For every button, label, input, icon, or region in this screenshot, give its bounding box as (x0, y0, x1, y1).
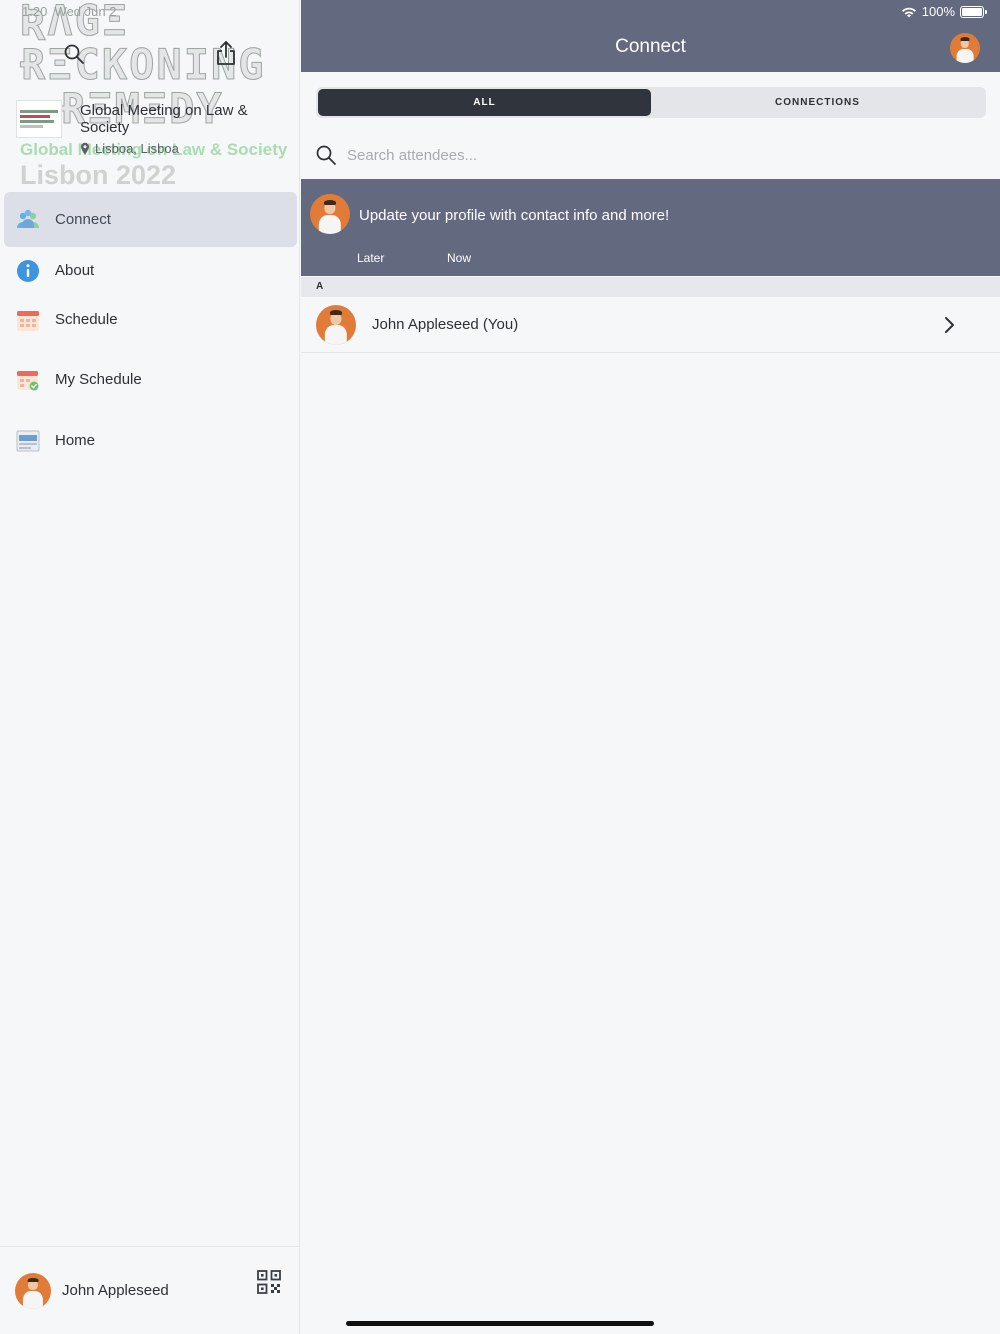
page-title: Connect (615, 36, 686, 57)
attendee-search-bar (301, 132, 1000, 178)
event-location: Lisboa, Lisboa (80, 141, 179, 156)
profile-prompt-message: Update your profile with contact info an… (359, 207, 670, 224)
event-banner: ƦΛGΞ ɌΞCKONING ɌΞMΞDY Global Meeting on … (0, 0, 299, 188)
sidebar-item-connect[interactable]: Connect (4, 192, 297, 247)
later-button[interactable]: Later (357, 251, 384, 265)
avatar (950, 33, 980, 63)
calendar-icon (16, 308, 40, 332)
search-icon (316, 145, 336, 165)
share-button[interactable] (215, 40, 239, 68)
navigation-bar: Connect (301, 0, 1000, 72)
event-thumbnail (16, 100, 62, 138)
connect-panel: Connect ALL CONNECTIONS Update your prof… (301, 0, 1000, 1334)
attendee-name: John Appleseed (You) (372, 316, 519, 333)
filter-segmented-control: ALL CONNECTIONS (316, 87, 986, 118)
prompt-avatar (310, 194, 350, 234)
qr-code-button[interactable] (257, 1270, 281, 1294)
calendar-check-icon (16, 368, 40, 392)
search-input[interactable] (347, 146, 947, 164)
avatar (310, 194, 350, 234)
section-header-a: A (301, 277, 1000, 297)
segment-connections[interactable]: CONNECTIONS (651, 89, 984, 116)
share-icon (217, 41, 235, 65)
sidebar-item-about[interactable]: About (4, 243, 297, 298)
segment-all[interactable]: ALL (318, 89, 651, 116)
avatar (316, 304, 356, 345)
chevron-right-icon (945, 317, 954, 333)
profile-avatar-button[interactable] (950, 33, 980, 63)
sidebar-item-label: Home (55, 432, 96, 449)
location-pin-icon (81, 142, 89, 155)
sidebar-item-schedule[interactable]: Schedule (4, 292, 297, 347)
sidebar-item-label: Schedule (55, 311, 118, 328)
now-button[interactable]: Now (447, 251, 471, 265)
sidebar-item-label: Connect (55, 211, 111, 228)
sidebar-item-label: My Schedule (55, 371, 142, 388)
qr-code-icon (257, 1270, 281, 1294)
avatar (15, 1272, 51, 1309)
sidebar-search-button[interactable] (62, 42, 88, 68)
event-title: Global Meeting on Law & Society (80, 102, 248, 136)
attendee-row[interactable]: John Appleseed (You) (301, 297, 1000, 353)
event-location-text: Lisboa, Lisboa (95, 141, 179, 156)
banner-event-year: Lisbon 2022 (20, 160, 177, 188)
sidebar-item-home[interactable]: Home (4, 413, 297, 468)
current-user-name: John Appleseed (62, 1282, 169, 1299)
info-icon (16, 259, 40, 283)
home-indicator[interactable] (346, 1321, 654, 1326)
current-user-row[interactable]: John Appleseed (0, 1246, 300, 1334)
people-icon (16, 208, 40, 232)
profile-update-banner: Update your profile with contact info an… (301, 179, 1000, 276)
sidebar-item-my-schedule[interactable]: My Schedule (4, 352, 297, 407)
sidebar: ƦΛGΞ ɌΞCKONING ɌΞMΞDY Global Meeting on … (0, 0, 300, 1334)
sidebar-item-label: About (55, 262, 95, 279)
home-page-icon (16, 429, 40, 453)
search-icon (64, 44, 84, 64)
